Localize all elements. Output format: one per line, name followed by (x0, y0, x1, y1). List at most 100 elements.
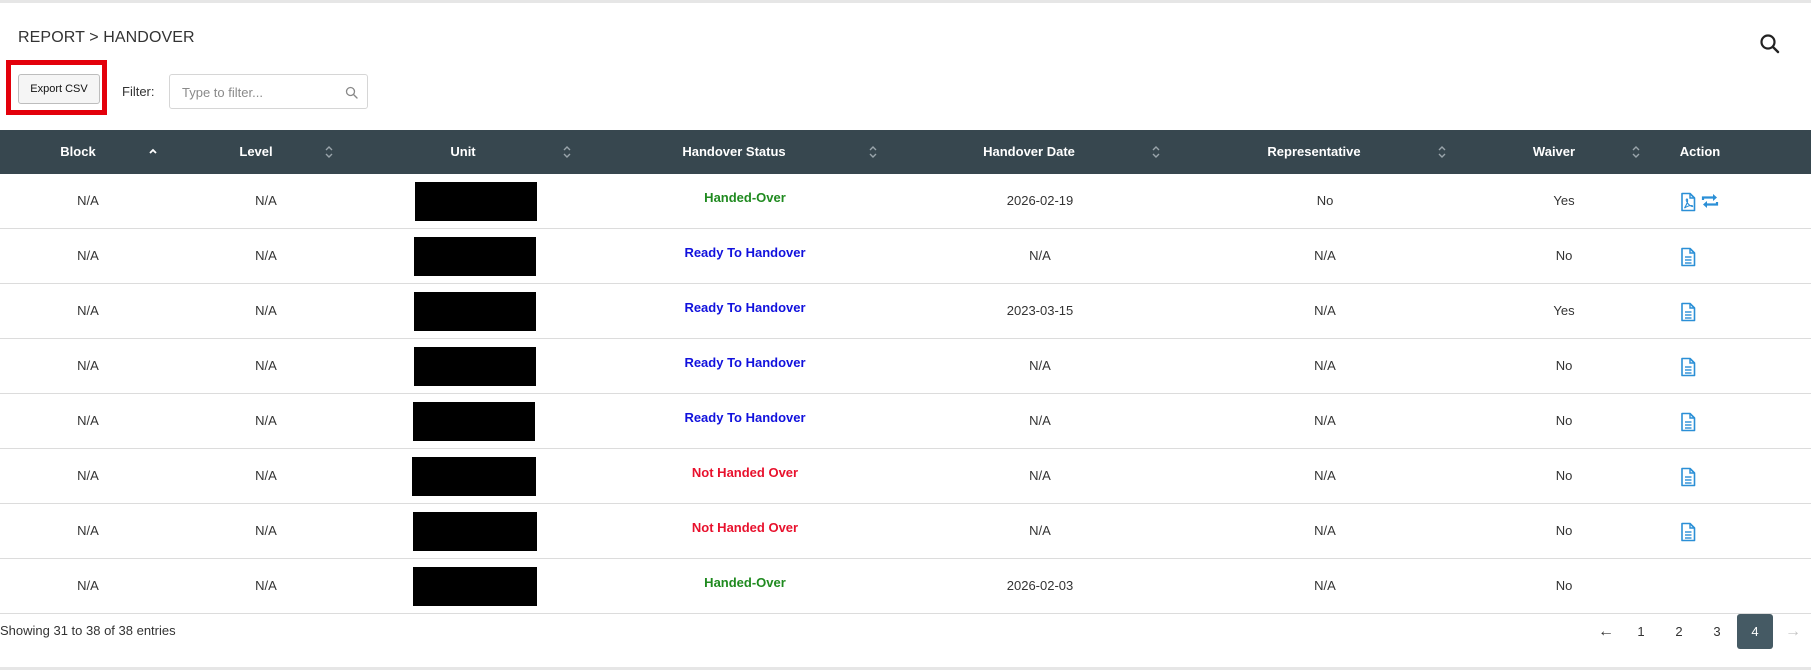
cell-level: N/A (255, 303, 277, 318)
filter-field[interactable] (169, 74, 368, 109)
cell-block: N/A (77, 413, 99, 428)
sort-icon[interactable] (1631, 144, 1641, 160)
cell-handover-status: Ready To Handover (684, 300, 806, 315)
cell-unit-redacted (414, 237, 536, 276)
filter-input[interactable] (182, 83, 332, 101)
table-row: N/A N/A Not Handed Over N/A N/A No (0, 449, 1811, 504)
column-header-unit[interactable]: Unit (450, 130, 475, 174)
cell-representative: N/A (1314, 523, 1336, 538)
cell-level: N/A (255, 523, 277, 538)
pagination-page-3[interactable]: 3 (1699, 614, 1735, 649)
cell-handover-date: N/A (1029, 358, 1051, 373)
cell-handover-date: N/A (1029, 523, 1051, 538)
cell-block: N/A (77, 193, 99, 208)
cell-level: N/A (255, 468, 277, 483)
table-row: N/A N/A Ready To Handover N/A N/A No (0, 339, 1811, 394)
cell-handover-status: Ready To Handover (684, 245, 806, 260)
table-header: Block Level Unit Handover Status Handove… (0, 130, 1811, 174)
cell-level: N/A (255, 413, 277, 428)
cell-representative: N/A (1314, 358, 1336, 373)
cell-waiver: No (1555, 468, 1573, 483)
cell-representative: No (1316, 193, 1334, 208)
cell-handover-status: Ready To Handover (684, 410, 806, 425)
bottom-divider (0, 667, 1811, 670)
cell-handover-status: Ready To Handover (684, 355, 806, 370)
column-header-handover-status[interactable]: Handover Status (682, 130, 785, 174)
pagination-page-4[interactable]: 4 (1737, 614, 1773, 649)
sort-icon[interactable] (1437, 144, 1447, 160)
pdf-icon[interactable] (1679, 192, 1697, 217)
table-row: N/A N/A Handed-Over 2026-02-19 No Yes (0, 174, 1811, 229)
cell-level: N/A (255, 578, 277, 593)
column-header-level[interactable]: Level (239, 130, 272, 174)
cell-unit-redacted (413, 567, 537, 606)
cell-block: N/A (77, 358, 99, 373)
column-header-action: Action (1679, 144, 1721, 159)
cell-block: N/A (77, 468, 99, 483)
cell-handover-status: Not Handed Over (691, 520, 799, 535)
column-header-handover-date[interactable]: Handover Date (983, 130, 1075, 174)
cell-unit-redacted (415, 182, 537, 221)
document-icon[interactable] (1679, 522, 1697, 547)
entries-info: Showing 31 to 38 of 38 entries (0, 623, 176, 638)
cell-handover-date: 2026-02-03 (1006, 578, 1074, 593)
document-icon[interactable] (1679, 357, 1697, 382)
pagination-next: → (1785, 623, 1801, 640)
sync-icon[interactable] (1700, 192, 1720, 215)
cell-handover-status: Not Handed Over (691, 465, 799, 480)
column-header-waiver[interactable]: Waiver (1533, 130, 1575, 174)
cell-unit-redacted (413, 402, 535, 441)
table-row: N/A N/A Not Handed Over N/A N/A No (0, 504, 1811, 559)
column-header-block[interactable]: Block (60, 130, 95, 174)
cell-level: N/A (255, 358, 277, 373)
cell-unit-redacted (413, 512, 537, 551)
cell-handover-date: 2023-03-15 (1006, 303, 1074, 318)
cell-waiver: No (1555, 413, 1573, 428)
cell-representative: N/A (1314, 248, 1336, 263)
table-row: N/A N/A Ready To Handover N/A N/A No (0, 229, 1811, 284)
search-icon[interactable] (1759, 33, 1781, 55)
cell-representative: N/A (1314, 578, 1336, 593)
cell-handover-status: Handed-Over (704, 190, 786, 205)
export-csv-button[interactable]: Export CSV (18, 74, 100, 104)
filter-label: Filter: (122, 84, 155, 99)
search-icon (345, 86, 358, 99)
document-icon[interactable] (1679, 467, 1697, 492)
cell-waiver: No (1555, 523, 1573, 538)
top-divider (0, 0, 1811, 3)
cell-representative: N/A (1314, 413, 1336, 428)
sort-ascending-icon[interactable] (148, 144, 158, 160)
cell-block: N/A (77, 303, 99, 318)
pagination-page-1[interactable]: 1 (1623, 614, 1659, 649)
pagination-prev[interactable]: ← (1588, 614, 1624, 649)
pagination-page-2[interactable]: 2 (1661, 614, 1697, 649)
sort-icon[interactable] (1151, 144, 1161, 160)
cell-level: N/A (255, 193, 277, 208)
breadcrumb: REPORT > HANDOVER (18, 29, 195, 46)
sort-icon[interactable] (562, 144, 572, 160)
cell-waiver: Yes (1553, 193, 1575, 208)
cell-waiver: Yes (1553, 303, 1575, 318)
cell-representative: N/A (1314, 303, 1336, 318)
column-header-representative[interactable]: Representative (1267, 130, 1360, 174)
cell-unit-redacted (412, 457, 536, 496)
cell-unit-redacted (414, 292, 536, 331)
cell-representative: N/A (1314, 468, 1336, 483)
cell-waiver: No (1555, 578, 1573, 593)
table-row: N/A N/A Ready To Handover N/A N/A No (0, 394, 1811, 449)
sort-icon[interactable] (868, 144, 878, 160)
table-row: N/A N/A Ready To Handover 2023-03-15 N/A Yes (0, 284, 1811, 339)
cell-handover-date: N/A (1029, 248, 1051, 263)
sort-icon[interactable] (324, 144, 334, 160)
table-row: N/A N/A Handed-Over 2026-02-03 N/A No (0, 559, 1811, 614)
cell-handover-status: Handed-Over (704, 575, 786, 590)
cell-unit-redacted (414, 347, 536, 386)
cell-block: N/A (77, 248, 99, 263)
cell-waiver: No (1555, 358, 1573, 373)
cell-handover-date: N/A (1029, 468, 1051, 483)
cell-handover-date: 2026-02-19 (1006, 193, 1074, 208)
document-icon[interactable] (1679, 247, 1697, 272)
document-icon[interactable] (1679, 412, 1697, 437)
document-icon[interactable] (1679, 302, 1697, 327)
cell-block: N/A (77, 578, 99, 593)
